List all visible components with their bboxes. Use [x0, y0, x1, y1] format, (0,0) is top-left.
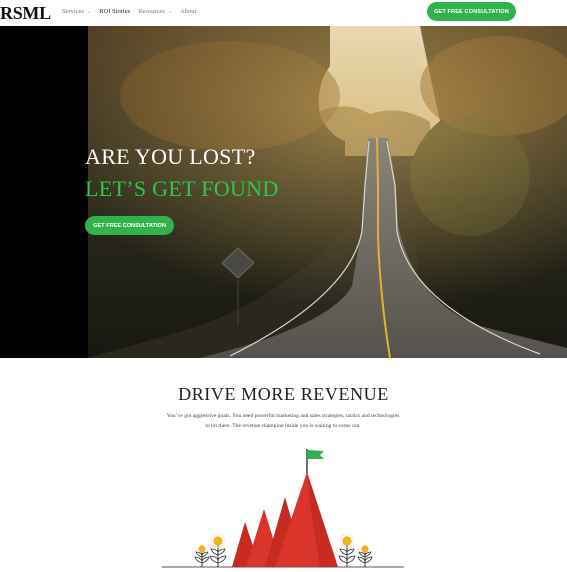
nav-item-label: Resources — [138, 8, 165, 15]
get-free-consultation-button[interactable]: GET FREE CONSULTATION — [427, 2, 516, 21]
main-menu: Services ⌄ ROI Stories Resources ⌄ About — [62, 8, 204, 15]
hero-headline: ARE YOU LOST? — [85, 144, 256, 169]
coin-plant-icon — [338, 534, 373, 567]
mountain-icon — [232, 472, 338, 567]
section-title: DRIVE MORE REVENUE — [178, 384, 389, 404]
hero-subheadline: LET’S GET FOUND — [85, 176, 279, 201]
flag-icon — [306, 449, 324, 475]
nav-item-roi-stories[interactable]: ROI Stories — [99, 8, 130, 15]
hero-banner: ARE YOU LOST? LET’S GET FOUND GET FREE C… — [0, 26, 567, 358]
chevron-down-icon: ⌄ — [87, 9, 92, 15]
nav-item-services[interactable]: Services ⌄ — [62, 8, 91, 15]
nav-item-resources[interactable]: Resources ⌄ — [138, 8, 172, 15]
coin-plant-icon — [194, 534, 227, 567]
brand-logo[interactable]: RSML — [0, 3, 51, 24]
nav-item-label: ROI Stories — [99, 8, 131, 15]
nav-item-about[interactable]: About — [180, 8, 196, 15]
chevron-down-icon: ⌄ — [167, 9, 173, 15]
top-navigation: RSML Services ⌄ ROI Stories Resources ⌄ … — [0, 0, 567, 26]
nav-item-label: Services — [62, 8, 85, 15]
mountain-illustration — [162, 449, 404, 568]
nav-item-label: About — [180, 8, 197, 15]
section-description: You’ve got aggressive goals. You need po… — [166, 413, 400, 429]
hero-dark-overlay — [0, 26, 88, 358]
hero-get-free-consultation-button[interactable]: GET FREE CONSULTATION — [85, 216, 174, 235]
